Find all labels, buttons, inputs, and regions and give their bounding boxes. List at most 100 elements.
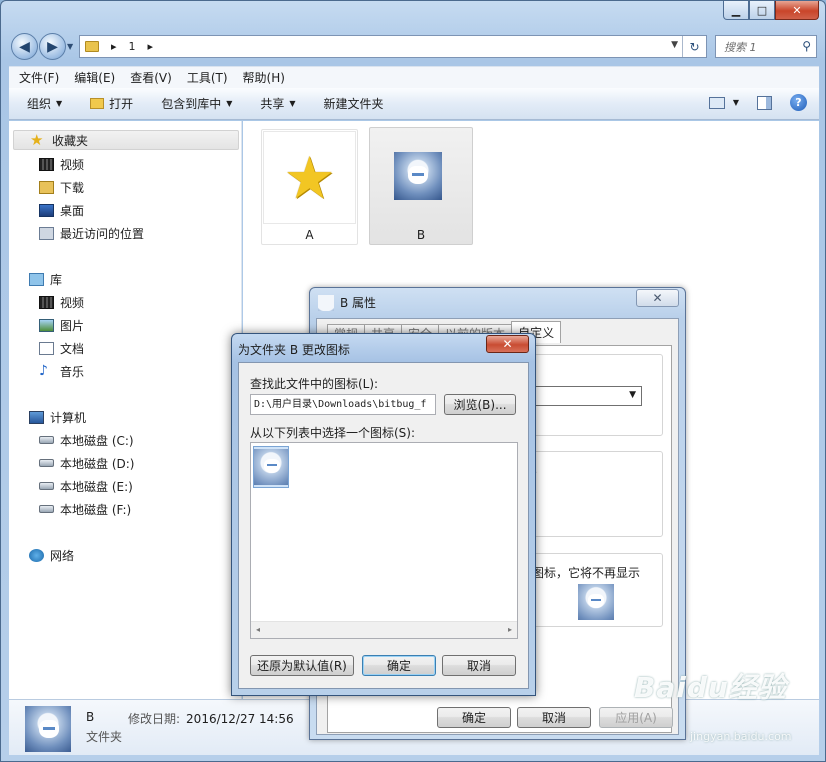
menu-help[interactable]: 帮助(H) — [243, 69, 285, 86]
details-name: B — [86, 710, 95, 724]
file-name: A — [305, 228, 314, 242]
change-icon-cancel-button[interactable]: 取消 — [442, 655, 516, 676]
include-in-library-button[interactable]: 包含到库中 ▼ — [161, 95, 232, 112]
icon-list[interactable]: ◂ ▸ — [250, 442, 518, 639]
sidebar-item-libraries[interactable]: 库 — [29, 269, 62, 289]
computer-icon — [29, 410, 44, 424]
change-icon-body: 查找此文件中的图标(L): D:\用户目录\Downloads\bitbug_f… — [238, 362, 529, 689]
share-button[interactable]: 共享 ▼ — [260, 95, 295, 112]
sidebar-item-label: 网络 — [50, 548, 75, 563]
video-icon — [39, 157, 54, 171]
icon-list-item[interactable] — [253, 446, 289, 488]
downloads-icon — [39, 180, 54, 194]
sidebar-item-lib-documents[interactable]: 文档 — [39, 338, 84, 358]
sidebar-item-label: 桌面 — [60, 203, 85, 218]
sidebar-item-label: 本地磁盘 (D:) — [60, 456, 135, 471]
sidebar-item-drive-c[interactable]: 本地磁盘 (C:) — [39, 430, 134, 450]
minimize-button[interactable]: ▁ — [723, 1, 749, 20]
file-item-b[interactable]: B — [369, 127, 473, 245]
sidebar-item-lib-music[interactable]: ♪ 音乐 — [39, 361, 84, 381]
address-bar[interactable]: ▸ 1 ▸ ▼ ↻ — [79, 35, 707, 58]
help-icon[interactable]: ? — [790, 94, 807, 111]
sidebar-item-recent-places[interactable]: 最近访问的位置 — [39, 223, 144, 243]
change-icon-title: 为文件夹 B 更改图标 — [238, 343, 350, 357]
sidebar-item-videos[interactable]: 视频 — [39, 154, 84, 174]
address-dropdown-icon[interactable]: ▼ — [671, 40, 678, 50]
menu-file[interactable]: 文件(F) — [19, 69, 59, 86]
drive-icon — [39, 482, 54, 490]
change-icon-ok-button[interactable]: 确定 — [362, 655, 436, 676]
sidebar-item-lib-pictures[interactable]: 图片 — [39, 315, 84, 335]
search-icon[interactable]: ⚲ — [802, 39, 811, 53]
icon-path-field[interactable]: D:\用户目录\Downloads\bitbug_f — [250, 394, 436, 415]
menu-tools[interactable]: 工具(T) — [187, 69, 228, 86]
recent-places-icon — [39, 226, 54, 240]
sidebar-item-desktop[interactable]: 桌面 — [39, 200, 84, 220]
sidebar-item-drive-d[interactable]: 本地磁盘 (D:) — [39, 453, 134, 473]
menu-view[interactable]: 查看(V) — [130, 69, 172, 86]
sidebar-item-label: 本地磁盘 (C:) — [60, 433, 134, 448]
recent-pages-dropdown[interactable]: ▼ — [67, 33, 77, 60]
sidebar-item-drive-f[interactable]: 本地磁盘 (F:) — [39, 499, 131, 519]
organize-button[interactable]: 组织 ▼ — [27, 95, 62, 112]
sidebar-item-computer[interactable]: 计算机 — [29, 407, 86, 427]
search-input[interactable]: 搜索 1 ⚲ — [715, 35, 817, 58]
sidebar-item-label: 视频 — [60, 157, 85, 172]
sidebar-item-favorites[interactable]: ★ 收藏夹 — [13, 130, 239, 150]
folder-icon — [85, 41, 99, 52]
preview-pane-icon[interactable] — [757, 95, 772, 110]
maximize-button[interactable]: □ — [749, 1, 775, 20]
forward-button[interactable]: ▶ — [39, 33, 66, 60]
star-icon: ★ — [283, 143, 336, 212]
change-icon-close-button[interactable]: ✕ — [486, 335, 529, 353]
open-folder-icon — [90, 98, 105, 109]
scroll-right-icon[interactable]: ▸ — [508, 625, 512, 634]
crumb-separator[interactable]: ▸ — [148, 40, 154, 53]
horizontal-scrollbar[interactable]: ◂ ▸ — [251, 621, 517, 638]
view-controls: ▼ ? — [708, 94, 807, 111]
refresh-button[interactable]: ↻ — [682, 36, 706, 57]
breadcrumb-1[interactable]: 1 — [129, 40, 136, 53]
properties-title-text: B 属性 — [340, 296, 377, 310]
sidebar-item-label: 下载 — [60, 180, 85, 195]
forward-arrow-icon: ▶ — [47, 38, 58, 55]
caption-buttons: ▁ □ ✕ — [723, 1, 819, 20]
organize-label: 组织 — [27, 97, 52, 111]
change-icon-dialog: 为文件夹 B 更改图标 ✕ 查找此文件中的图标(L): D:\用户目录\Down… — [231, 333, 536, 696]
menu-edit[interactable]: 编辑(E) — [74, 69, 115, 86]
anime-folder-icon — [318, 294, 334, 311]
properties-cancel-button[interactable]: 取消 — [517, 707, 591, 728]
scroll-left-icon[interactable]: ◂ — [256, 625, 260, 634]
sidebar-item-network[interactable]: 网络 — [29, 545, 74, 565]
network-icon — [29, 548, 44, 562]
back-button[interactable]: ◀ — [11, 33, 38, 60]
new-folder-label: 新建文件夹 — [323, 97, 384, 111]
library-icon — [29, 272, 44, 286]
watermark-url: jingyan.baidu.com — [690, 730, 792, 743]
pictures-icon — [39, 318, 54, 332]
folder-icon-text: 图标，它将不再显示 — [532, 566, 641, 580]
star-icon: ★ — [30, 130, 44, 149]
change-view-icon[interactable] — [708, 96, 725, 109]
close-button[interactable]: ✕ — [775, 1, 819, 20]
file-item-a[interactable]: ★ A — [261, 129, 358, 245]
restore-default-button[interactable]: 还原为默认值(R) — [250, 655, 354, 676]
sidebar-item-label: 视频 — [60, 295, 85, 310]
file-thumbnail: ★ — [263, 131, 356, 224]
find-icon-label: 查找此文件中的图标(L): — [250, 377, 379, 391]
properties-ok-button[interactable]: 确定 — [437, 707, 511, 728]
sidebar-item-downloads[interactable]: 下载 — [39, 177, 84, 197]
crumb-separator[interactable]: ▸ — [111, 40, 117, 53]
view-options-icon[interactable]: ▼ — [733, 98, 739, 107]
select-icon-label: 从以下列表中选择一个图标(S): — [250, 426, 416, 440]
navigation-pane: ★收藏夹 视频 下载 桌面 最近访问的位置 库 视频 图片 文档 ♪音乐 计 — [9, 121, 242, 699]
open-button[interactable]: 打开 — [90, 95, 133, 112]
new-folder-button[interactable]: 新建文件夹 — [324, 95, 384, 112]
sidebar-item-drive-e[interactable]: 本地磁盘 (E:) — [39, 476, 133, 496]
properties-close-button[interactable]: ✕ — [636, 289, 679, 307]
sidebar-item-lib-videos[interactable]: 视频 — [39, 292, 84, 312]
nav-buttons: ◀ ▶ ▼ — [11, 33, 77, 60]
share-label: 共享 — [260, 97, 285, 111]
browse-button[interactable]: 浏览(B)... — [444, 394, 516, 415]
template-select[interactable]: ▼ — [532, 386, 642, 406]
